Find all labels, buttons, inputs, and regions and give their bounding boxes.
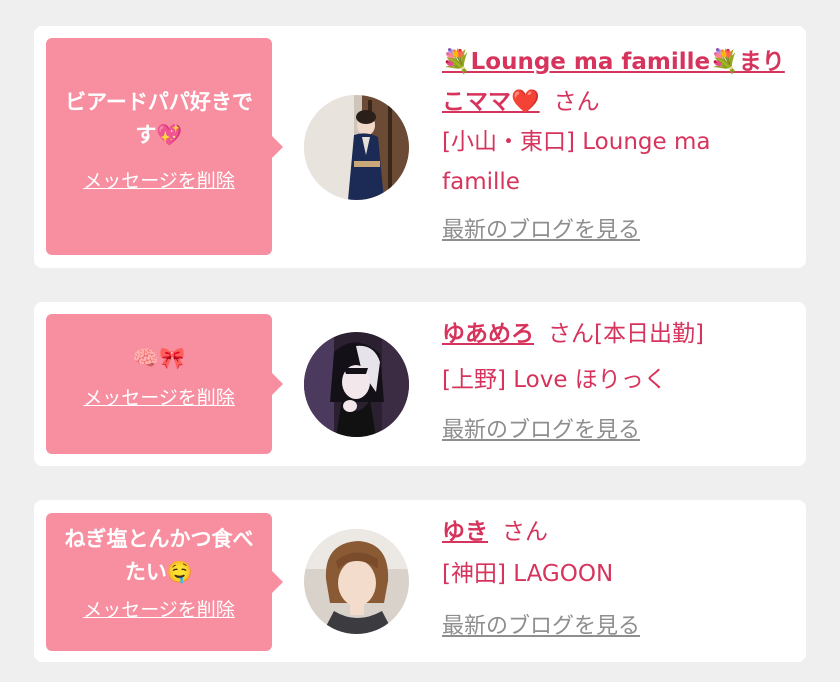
- latest-blog-link[interactable]: 最新のブログを見る: [442, 211, 640, 251]
- honorific: さん: [502, 519, 548, 545]
- avatar[interactable]: [304, 529, 409, 634]
- avatar[interactable]: [304, 332, 409, 437]
- message-text: ねぎ塩とんかつ食べたい🤤: [64, 527, 254, 584]
- shop-line: [神田] LAGOON: [442, 561, 614, 587]
- cast-name-link[interactable]: 💐Lounge ma famille💐まりこママ❤️: [442, 49, 785, 115]
- message-card-2: 🧠🎀 メッセージを削除 ゆあめろ さん[本日出勤] [上野] Love ほりっく …: [34, 302, 806, 466]
- latest-blog-link[interactable]: 最新のブログを見る: [442, 607, 640, 647]
- cast-info: ゆあめろ さん[本日出勤] [上野] Love ほりっく 最新のブログを見る: [442, 314, 792, 451]
- honorific: さん: [553, 89, 600, 115]
- delete-message-link[interactable]: メッセージを削除: [83, 166, 235, 193]
- message-bubble: ビアードパパ好きです💖 メッセージを削除: [46, 38, 283, 255]
- cast-info: 💐Lounge ma famille💐まりこママ❤️ さん [小山・東口] Lou…: [442, 42, 792, 251]
- avatar[interactable]: [304, 95, 409, 200]
- latest-blog-link[interactable]: 最新のブログを見る: [442, 411, 640, 451]
- shop-line: [小山・東口] Lounge ma famille: [442, 129, 711, 195]
- shop-line: [上野] Love ほりっく: [442, 367, 667, 393]
- cast-info: ゆき さん [神田] LAGOON 最新のブログを見る: [442, 512, 792, 647]
- message-text: ビアードパパ好きです💖: [65, 90, 253, 147]
- message-bubble: ねぎ塩とんかつ食べたい🤤 メッセージを削除: [46, 513, 283, 651]
- message-text: 🧠🎀: [132, 346, 186, 370]
- message-card-1: ビアードパパ好きです💖 メッセージを削除 💐Lounge ma famille💐…: [34, 26, 806, 268]
- delete-message-link[interactable]: メッセージを削除: [83, 595, 235, 622]
- honorific: さん[本日出勤]: [548, 321, 704, 347]
- message-bubble: 🧠🎀 メッセージを削除: [46, 314, 283, 454]
- cast-name-link[interactable]: ゆき: [442, 519, 488, 545]
- cast-name-link[interactable]: ゆあめろ: [442, 321, 534, 347]
- delete-message-link[interactable]: メッセージを削除: [83, 383, 235, 410]
- message-card-3: ねぎ塩とんかつ食べたい🤤 メッセージを削除 ゆき さん [神田] LAGOON 最…: [34, 500, 806, 662]
